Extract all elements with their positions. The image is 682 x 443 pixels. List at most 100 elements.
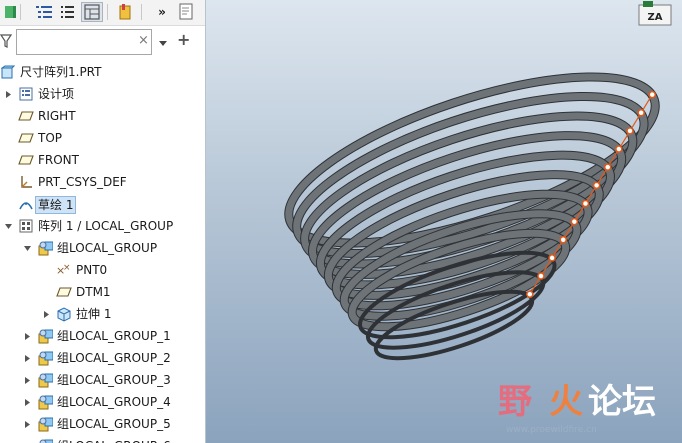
csys-icon xyxy=(18,174,34,190)
view-orient-label: ZA xyxy=(648,12,663,23)
datum-point-marker[interactable] xyxy=(570,217,579,226)
group-icon xyxy=(37,328,53,344)
tree-row[interactable]: 组LOCAL_GROUP_3 xyxy=(0,369,205,391)
model-tree-panel: » × + 尺寸阵列1.PRT 设计项 RIGHT TOP FRONT PRT_CSYS_… xyxy=(0,0,206,443)
tree-row-label: 组LOCAL_GROUP_2 xyxy=(57,351,171,365)
sketch-icon xyxy=(18,196,34,212)
datum-point-marker[interactable] xyxy=(592,181,601,190)
expand-triangle-icon[interactable] xyxy=(41,309,51,319)
tree-row[interactable]: 组LOCAL_GROUP_6 xyxy=(0,435,205,443)
tree-row-label: DTM1 xyxy=(76,285,111,299)
tree-row[interactable]: DTM1 xyxy=(0,281,205,303)
datum-plane-icon xyxy=(18,130,34,146)
datum-plane-icon xyxy=(18,108,34,124)
tree-search-row: × + xyxy=(0,28,205,56)
expand-triangle-icon[interactable] xyxy=(22,375,32,385)
tree-row[interactable]: 草绘 1 xyxy=(0,193,205,215)
tree-row-label: 组LOCAL_GROUP_1 xyxy=(57,329,171,343)
tree-row[interactable]: 拉伸 1 xyxy=(0,303,205,325)
tree-row[interactable]: 组LOCAL_GROUP_4 xyxy=(0,391,205,413)
tree-columns-icon[interactable] xyxy=(33,2,55,22)
expand-triangle-icon[interactable] xyxy=(22,397,32,407)
datum-point-marker[interactable] xyxy=(648,90,657,99)
more-tools-button[interactable]: » xyxy=(151,2,173,22)
tree-row[interactable]: 设计项 xyxy=(0,83,205,105)
tree-row-label: 草绘 1 xyxy=(35,196,77,214)
pattern-icon xyxy=(18,218,34,234)
model-3d-view[interactable]: ZA 野 火 论坛 www.proewildfire.cn xyxy=(206,0,682,443)
tree-row-label: 组LOCAL_GROUP_3 xyxy=(57,373,171,387)
tree-row[interactable]: 组LOCAL_GROUP_5 xyxy=(0,413,205,435)
toolbar-separator xyxy=(141,4,142,20)
tree-filter-icon[interactable] xyxy=(57,2,79,22)
tree-row[interactable]: PRT_CSYS_DEF xyxy=(0,171,205,193)
datum-plane-icon xyxy=(18,152,34,168)
show-icon[interactable] xyxy=(0,2,22,22)
tree-row[interactable]: 组LOCAL_GROUP xyxy=(0,237,205,259)
layer-tree-icon[interactable] xyxy=(81,2,103,22)
tree-row[interactable]: FRONT xyxy=(0,149,205,171)
watermark-url: www.proewildfire.cn xyxy=(506,425,597,435)
tree-row-label: FRONT xyxy=(38,153,79,167)
tree-row[interactable]: 组LOCAL_GROUP_2 xyxy=(0,347,205,369)
datum-point-marker[interactable] xyxy=(626,127,634,135)
design-items-icon xyxy=(18,86,34,102)
datum-plane-icon xyxy=(56,284,72,300)
tree-row-label: 组LOCAL_GROUP_4 xyxy=(57,395,171,409)
datum-point-icon: × × xyxy=(56,262,72,278)
tree-row[interactable]: × × PNT0 xyxy=(0,259,205,281)
group-icon xyxy=(37,372,53,388)
tree-row[interactable]: 组LOCAL_GROUP_1 xyxy=(0,325,205,347)
filter-funnel-icon[interactable] xyxy=(0,33,13,52)
watermark-text: 论坛 xyxy=(588,382,656,422)
datum-point-marker[interactable] xyxy=(537,272,545,280)
group-icon xyxy=(37,350,53,366)
tree-row-label: 组LOCAL_GROUP_5 xyxy=(57,417,171,431)
part-icon xyxy=(0,64,16,80)
group-icon xyxy=(37,416,53,432)
tree-row[interactable]: 阵列 1 / LOCAL_GROUP xyxy=(0,215,205,237)
datum-point-marker[interactable] xyxy=(581,199,590,208)
properties-icon[interactable] xyxy=(175,2,197,22)
tree-row[interactable]: RIGHT xyxy=(0,105,205,127)
toolbar-separator xyxy=(107,4,108,20)
datum-point-marker[interactable] xyxy=(559,236,567,244)
group-icon xyxy=(37,438,53,443)
tree-row-label: 组LOCAL_GROUP xyxy=(57,241,158,255)
tree-row-label: TOP xyxy=(38,131,63,145)
group-icon xyxy=(37,394,53,410)
expand-triangle-icon[interactable] xyxy=(3,89,13,99)
expand-triangle-icon[interactable] xyxy=(22,331,32,341)
extrude-icon xyxy=(56,306,72,322)
expand-triangle-icon[interactable] xyxy=(22,353,32,363)
collapse-triangle-icon[interactable] xyxy=(3,221,13,231)
settings-book-icon[interactable] xyxy=(114,2,136,22)
tree-row[interactable]: 尺寸阵列1.PRT xyxy=(0,61,205,83)
datum-point-marker[interactable] xyxy=(548,254,556,262)
watermark-char-2: 火 xyxy=(549,382,583,422)
tree-row-label: 组LOCAL_GROUP_6 xyxy=(57,438,171,443)
watermark-char-1: 野 xyxy=(498,382,532,422)
datum-point-marker[interactable] xyxy=(637,108,645,117)
datum-point-marker[interactable] xyxy=(603,163,612,171)
tree-row-label: RIGHT xyxy=(38,109,76,123)
search-dropdown-icon[interactable] xyxy=(158,37,168,51)
datum-point-marker[interactable] xyxy=(615,145,623,153)
expand-triangle-icon[interactable] xyxy=(22,419,32,429)
view-orient-widget[interactable]: ZA xyxy=(638,1,672,26)
add-filter-button[interactable]: + xyxy=(177,30,190,49)
datum-point-marker[interactable] xyxy=(526,290,534,298)
group-icon xyxy=(37,240,53,256)
collapse-triangle-icon[interactable] xyxy=(22,243,32,253)
tree-row-label: 尺寸阵列1.PRT xyxy=(20,65,102,79)
clear-search-icon[interactable]: × xyxy=(138,33,149,48)
tree-row-label: PNT0 xyxy=(76,263,108,277)
tree-row-label: 拉伸 1 xyxy=(76,307,112,321)
helical-rings[interactable] xyxy=(271,43,673,372)
tree-row[interactable]: TOP xyxy=(0,127,205,149)
tree-row-label: 设计项 xyxy=(38,87,75,101)
graphics-viewport[interactable]: ZA 野 火 论坛 www.proewildfire.cn xyxy=(206,0,682,443)
search-input[interactable] xyxy=(16,29,152,55)
model-tree-toolbar: » xyxy=(0,0,205,26)
tree-row-label: PRT_CSYS_DEF xyxy=(38,175,127,189)
